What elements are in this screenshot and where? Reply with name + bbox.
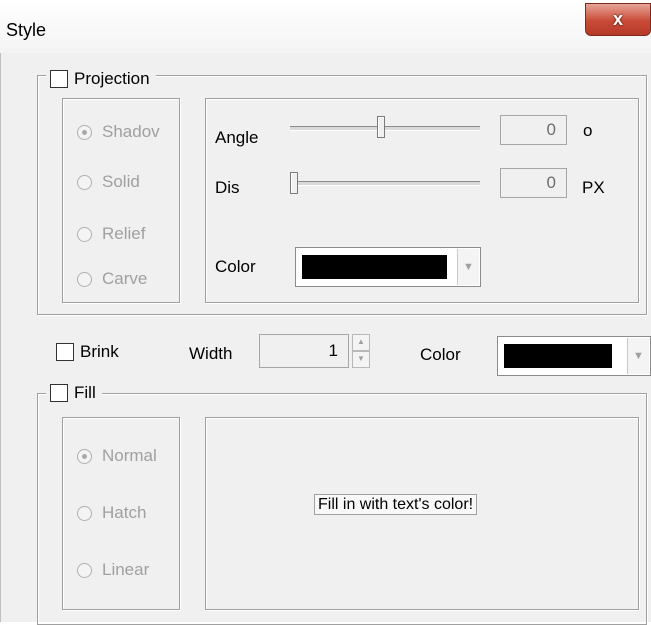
brink-color-swatch [504, 344, 612, 368]
radio-solid-icon [77, 174, 92, 190]
fill-message: Fill in with text's color! [314, 494, 478, 515]
width-input[interactable]: 1 [259, 334, 349, 368]
radio-relief[interactable]: Relief [77, 224, 145, 244]
projection-legend: Projection [46, 69, 156, 89]
shadow-color-select[interactable]: ▼ [295, 247, 481, 287]
radio-linear-icon [77, 562, 92, 578]
fill-checkbox[interactable] [50, 384, 68, 402]
fill-label: Fill [74, 383, 96, 402]
width-label: Width [189, 344, 233, 363]
dis-unit: PX [582, 178, 605, 197]
radio-carve[interactable]: Carve [77, 269, 147, 289]
projection-checkbox[interactable] [50, 70, 68, 88]
radio-relief-icon [77, 226, 92, 242]
spin-down-icon[interactable]: ▼ [352, 351, 370, 368]
close-button[interactable]: x [585, 3, 651, 36]
angle-value: 0 [546, 120, 556, 139]
close-icon: x [612, 9, 623, 29]
angle-input[interactable]: 0 [500, 115, 567, 145]
brink-checkbox[interactable] [56, 343, 74, 361]
radio-linear-label: Linear [102, 560, 150, 579]
dis-slider[interactable] [290, 172, 298, 194]
brink-row: Brink [56, 342, 119, 362]
radio-normal-label: Normal [102, 446, 157, 465]
radio-carve-icon [77, 271, 92, 287]
brink-color-select[interactable]: ▼ [497, 336, 651, 376]
width-value: 1 [328, 341, 338, 360]
fill-legend: Fill [46, 383, 102, 403]
radio-carve-label: Carve [102, 269, 148, 288]
dis-slider-track [290, 181, 480, 186]
dis-value: 0 [546, 173, 556, 192]
shadow-color-swatch [302, 255, 447, 279]
width-spinner[interactable]: ▲ ▼ [352, 334, 370, 368]
radio-hatch-label: Hatch [102, 503, 147, 522]
radio-solid[interactable]: Solid [77, 172, 140, 192]
radio-shadov-label: Shadov [102, 122, 160, 141]
dis-label: Dis [215, 178, 240, 197]
radio-normal-icon [77, 448, 92, 464]
chevron-down-icon: ▼ [627, 338, 649, 374]
radio-shadov[interactable]: Shadov [77, 122, 160, 142]
radio-normal[interactable]: Normal [77, 446, 157, 466]
brink-color-label: Color [420, 345, 461, 364]
radio-linear[interactable]: Linear [77, 560, 149, 580]
projection-label: Projection [74, 69, 150, 88]
radio-solid-label: Solid [102, 172, 140, 191]
radio-hatch[interactable]: Hatch [77, 503, 146, 523]
angle-unit: o [583, 121, 593, 140]
brink-label: Brink [80, 342, 119, 361]
radio-shadov-icon [77, 124, 92, 140]
dis-input[interactable]: 0 [500, 168, 567, 198]
window-title: Style [6, 20, 47, 40]
spin-up-icon[interactable]: ▲ [352, 334, 370, 351]
shadow-color-label: Color [215, 257, 256, 276]
angle-label: Angle [215, 128, 259, 147]
radio-hatch-icon [77, 505, 92, 521]
angle-slider[interactable] [377, 116, 386, 138]
radio-relief-label: Relief [102, 224, 146, 243]
chevron-down-icon: ▼ [457, 249, 479, 285]
